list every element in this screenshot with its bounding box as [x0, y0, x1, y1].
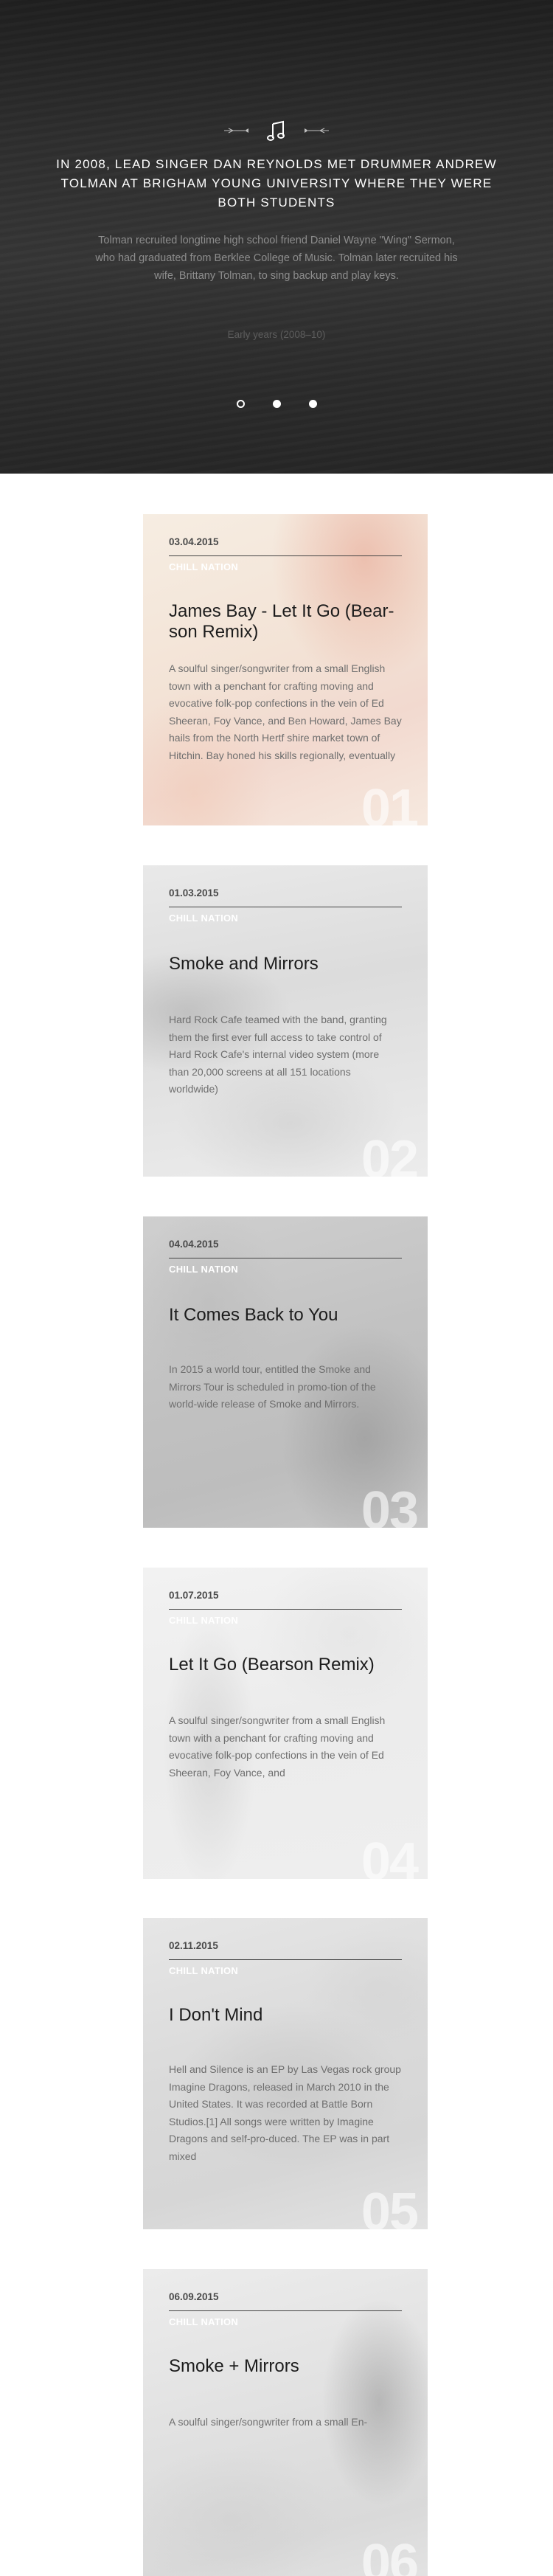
post-excerpt: Hard Rock Cafe teamed with the band, gra…	[169, 1014, 387, 1095]
divider	[169, 2310, 402, 2311]
hero-title: In 2008, lead singer Dan Reynolds met dr…	[56, 157, 497, 210]
post-category[interactable]: Chill Nation	[169, 1615, 238, 1626]
ornament-left-icon	[224, 128, 248, 134]
hero-meta: Early years (2008–10)	[227, 329, 326, 340]
post-card[interactable]: 01.03.2015 Chill Nation Smoke and Mirror…	[143, 865, 428, 1177]
music-note-icon	[267, 120, 285, 141]
post-excerpt: In 2015 a world tour, entitled the Smoke…	[169, 1363, 376, 1410]
divider	[169, 1959, 402, 1960]
post-card[interactable]: 02.11.2015 Chill Nation I Don't Mind Hel…	[143, 1918, 428, 2229]
hero-emblem	[0, 118, 553, 143]
post-date: 03.04.2015	[169, 536, 219, 547]
post-excerpt: A soulful singer/songwriter from a small…	[169, 1714, 386, 1779]
post-number: 06	[361, 2534, 419, 2576]
post-category[interactable]: Chill Nation	[169, 1264, 238, 1275]
post-excerpt: A soulful singer/songwriter from a small…	[169, 2416, 368, 2428]
post-number: 05	[361, 2183, 419, 2229]
post-excerpt: Hell and Silence is an EP by Las Vegas r…	[169, 2063, 401, 2162]
slider-dot-3[interactable]	[308, 400, 317, 408]
post-date: 01.07.2015	[169, 1590, 219, 1601]
slider-dot-1[interactable]	[236, 400, 245, 408]
post-number: 02	[361, 1130, 419, 1177]
post-date: 02.11.2015	[169, 1940, 218, 1951]
post-card[interactable]: 06.09.2015 Chill Nation Smoke + Mirrors …	[143, 2269, 428, 2576]
post-title[interactable]: Let It Go (Bearson Remix)	[169, 1655, 402, 1675]
post-card[interactable]: 01.07.2015 Chill Nation Let It Go (Bears…	[143, 1568, 428, 1879]
post-category[interactable]: Chill Nation	[169, 2316, 238, 2327]
post-date: 01.03.2015	[169, 887, 219, 899]
post-category[interactable]: Chill Nation	[169, 913, 238, 924]
post-number: 04	[361, 1832, 419, 1879]
divider	[169, 1609, 402, 1610]
post-title[interactable]: James Bay - Let It Go (Bear-son Remix)	[169, 601, 402, 643]
slider-pagination	[0, 400, 553, 408]
post-card[interactable]: 04.04.2015 Chill Nation It Comes Back to…	[143, 1216, 428, 1528]
post-excerpt: A soulful singer/songwriter from a small…	[169, 662, 402, 761]
post-category[interactable]: Chill Nation	[169, 561, 238, 572]
hero-text: Tolman recruited longtime high school fr…	[95, 235, 458, 282]
post-category[interactable]: Chill Nation	[169, 1965, 238, 1976]
divider	[169, 555, 402, 556]
post-card[interactable]: 03.04.2015 Chill Nation James Bay - Let …	[143, 514, 428, 825]
post-title[interactable]: Smoke and Mirrors	[169, 954, 402, 974]
ornament-right-icon	[305, 128, 329, 134]
post-date: 04.04.2015	[169, 1239, 219, 1250]
post-title[interactable]: It Comes Back to You	[169, 1305, 402, 1326]
hero-slider: In 2008, lead singer Dan Reynolds met dr…	[0, 0, 553, 474]
post-title[interactable]: Smoke + Mirrors	[169, 2356, 402, 2377]
post-title[interactable]: I Don't Mind	[169, 2005, 402, 2026]
post-number: 01	[361, 779, 419, 825]
post-number: 03	[361, 1481, 419, 1528]
slider-dot-2[interactable]	[272, 400, 281, 408]
post-date: 06.09.2015	[169, 2291, 219, 2302]
